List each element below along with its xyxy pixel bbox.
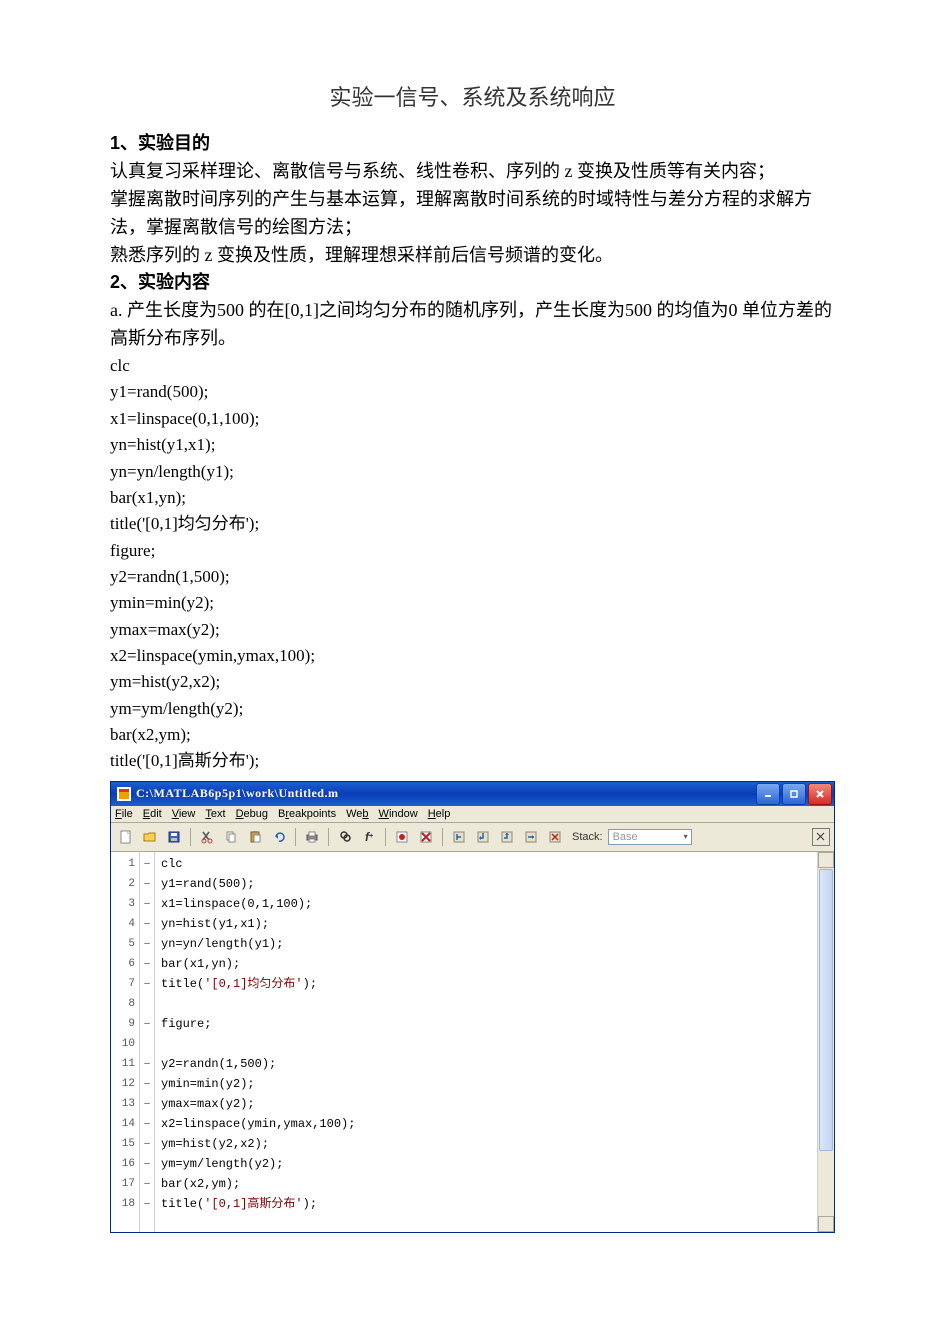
- clear-breakpoint-icon[interactable]: [415, 826, 437, 848]
- code-area[interactable]: clcy1=rand(500);x1=linspace(0,1,100);yn=…: [155, 852, 817, 1232]
- doc-title: 实验一信号、系统及系统响应: [110, 80, 835, 112]
- exit-debug-icon[interactable]: [544, 826, 566, 848]
- close-button[interactable]: [808, 783, 832, 805]
- code-line: bar(x1,yn);: [110, 485, 835, 511]
- code-line: clc: [110, 353, 835, 379]
- code-line: ymin=min(y2);: [110, 590, 835, 616]
- separator: [190, 828, 191, 846]
- code-line: yn=hist(y1,x1);: [110, 432, 835, 458]
- section1-p3: 熟悉序列的 z 变换及性质，理解理想采样前后信号频谱的变化。: [110, 242, 835, 270]
- menu-debug[interactable]: Debug: [236, 808, 268, 820]
- code-line: ymax=max(y2);: [110, 617, 835, 643]
- section1-heading: 1、实验目的: [110, 130, 835, 158]
- section1-p2: 掌握离散时间序列的产生与基本运算，理解离散时间系统的时域特性与差分方程的求解方法…: [110, 186, 835, 242]
- paste-icon[interactable]: [244, 826, 266, 848]
- save-icon[interactable]: [163, 826, 185, 848]
- section2-a: a. 产生长度为500 的在[0,1]之间均匀分布的随机序列，产生长度为500 …: [110, 297, 835, 353]
- cut-icon[interactable]: [196, 826, 218, 848]
- code-line: ym=ym/length(y2);: [110, 696, 835, 722]
- code-line: figure;: [110, 538, 835, 564]
- code-line: x1=linspace(0,1,100);: [110, 406, 835, 432]
- continue-icon[interactable]: [520, 826, 542, 848]
- stack-select[interactable]: Base▾: [608, 829, 692, 845]
- print-icon[interactable]: [301, 826, 323, 848]
- menu-window[interactable]: Window: [379, 808, 418, 820]
- section1-p1: 认真复习采样理论、离散信号与系统、线性卷积、序列的 z 变换及性质等有关内容；: [110, 158, 835, 186]
- window-title: C:\MATLAB6p5p1\work\Untitled.m: [136, 786, 338, 801]
- toolbar: f+ Stack: Base▾: [111, 823, 834, 852]
- menu-edit[interactable]: Edit: [143, 808, 162, 820]
- titlebar[interactable]: C:\MATLAB6p5p1\work\Untitled.m: [111, 782, 834, 806]
- maximize-button[interactable]: [782, 783, 806, 805]
- menu-help[interactable]: Help: [428, 808, 451, 820]
- scrollbar-thumb[interactable]: [819, 869, 833, 1151]
- open-icon[interactable]: [139, 826, 161, 848]
- breakpoint-gutter[interactable]: ––––––––––––––––: [140, 852, 155, 1232]
- menubar: File Edit View Text Debug Breakpoints We…: [111, 806, 834, 823]
- step-out-icon[interactable]: [496, 826, 518, 848]
- panel-close-icon[interactable]: [812, 828, 830, 846]
- code-line: title('[0,1]均匀分布');: [110, 511, 835, 537]
- menu-text[interactable]: Text: [205, 808, 225, 820]
- menu-web[interactable]: Web: [346, 808, 368, 820]
- separator: [328, 828, 329, 846]
- find-icon[interactable]: [334, 826, 356, 848]
- function-icon[interactable]: f+: [358, 826, 380, 848]
- code-line: x2=linspace(ymin,ymax,100);: [110, 643, 835, 669]
- menu-breakpoints[interactable]: Breakpoints: [278, 808, 336, 820]
- code-line: bar(x2,ym);: [110, 722, 835, 748]
- separator: [442, 828, 443, 846]
- separator: [295, 828, 296, 846]
- matlab-editor-window: C:\MATLAB6p5p1\work\Untitled.m File Edit…: [110, 781, 835, 1233]
- line-number-gutter: 123456789101112131415161718: [111, 852, 140, 1232]
- section2-heading: 2、实验内容: [110, 269, 835, 297]
- code-line: y1=rand(500);: [110, 379, 835, 405]
- minimize-button[interactable]: [756, 783, 780, 805]
- step-icon[interactable]: [448, 826, 470, 848]
- new-icon[interactable]: [115, 826, 137, 848]
- vertical-scrollbar[interactable]: [817, 852, 834, 1232]
- menu-view[interactable]: View: [172, 808, 196, 820]
- copy-icon[interactable]: [220, 826, 242, 848]
- code-line: yn=yn/length(y1);: [110, 459, 835, 485]
- code-line: y2=randn(1,500);: [110, 564, 835, 590]
- code-editor[interactable]: 123456789101112131415161718 ––––––––––––…: [111, 852, 834, 1232]
- stack-label: Stack:: [572, 831, 603, 843]
- code-line: ym=hist(y2,x2);: [110, 669, 835, 695]
- code-line: title('[0,1]高斯分布');: [110, 748, 835, 774]
- undo-icon[interactable]: [268, 826, 290, 848]
- menu-file[interactable]: File: [115, 808, 133, 820]
- step-in-icon[interactable]: [472, 826, 494, 848]
- set-breakpoint-icon[interactable]: [391, 826, 413, 848]
- separator: [385, 828, 386, 846]
- app-icon: [117, 787, 131, 801]
